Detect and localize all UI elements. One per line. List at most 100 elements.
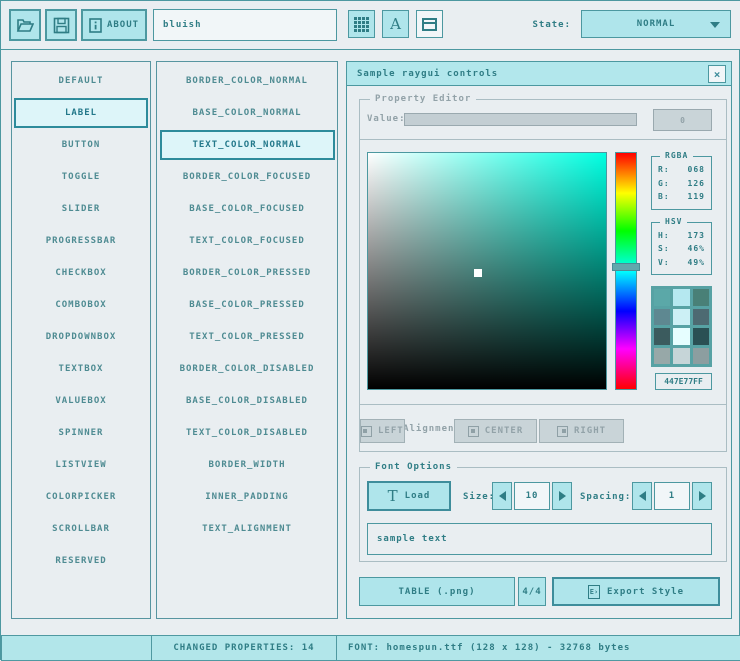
properties-list-item[interactable]: TEXT_COLOR_NORMAL <box>160 130 335 160</box>
controls-list-item[interactable]: SLIDER <box>14 194 148 224</box>
color-swatch[interactable] <box>673 289 689 306</box>
controls-list-item[interactable]: BUTTON <box>14 130 148 160</box>
about-button[interactable]: ABOUT <box>81 9 147 41</box>
font-info-text: FONT: homespun.ttf (128 x 128) - 32768 b… <box>348 643 630 653</box>
properties-list-item[interactable]: TEXT_COLOR_DISABLED <box>160 418 335 448</box>
rgba-row-key: R: <box>658 165 670 174</box>
color-swatch[interactable] <box>673 328 689 345</box>
window-view-toggle[interactable] <box>416 10 443 38</box>
export-icon: E› <box>588 585 600 599</box>
properties-list-item[interactable]: BORDER_COLOR_FOCUSED <box>160 162 335 192</box>
sv-cursor[interactable] <box>474 269 482 277</box>
close-window-button[interactable]: × <box>708 65 726 83</box>
spacing-value: 1 <box>669 491 675 501</box>
controls-list-item-label: LISTVIEW <box>55 460 106 470</box>
size-increment-button[interactable] <box>552 482 572 510</box>
controls-list-item[interactable]: RESERVED <box>14 546 148 576</box>
export-style-button[interactable]: E› Export Style <box>552 577 720 606</box>
spacing-increment-button[interactable] <box>692 482 712 510</box>
color-swatch[interactable] <box>693 309 709 326</box>
controls-list-item-label: SLIDER <box>62 204 101 214</box>
color-swatch[interactable] <box>654 348 670 365</box>
controls-list-item[interactable]: CHECKBOX <box>14 258 148 288</box>
properties-list-item[interactable]: BORDER_COLOR_NORMAL <box>160 66 335 96</box>
color-swatch[interactable] <box>693 328 709 345</box>
properties-list-item[interactable]: BASE_COLOR_FOCUSED <box>160 194 335 224</box>
controls-list-item[interactable]: LISTVIEW <box>14 450 148 480</box>
pages-indicator[interactable]: 4/4 <box>518 577 546 606</box>
controls-list-item[interactable]: TOGGLE <box>14 162 148 192</box>
pages-indicator-value: 4/4 <box>522 587 541 597</box>
properties-list-item-label: BASE_COLOR_PRESSED <box>189 300 305 310</box>
style-grid-toggle[interactable] <box>348 10 375 38</box>
hsv-row: H: 173 <box>652 231 711 240</box>
color-swatch[interactable] <box>693 289 709 306</box>
controls-list-item[interactable]: TEXTBOX <box>14 354 148 384</box>
font-A-icon: A <box>390 17 401 32</box>
controls-list-item[interactable]: COLORPICKER <box>14 482 148 512</box>
properties-list: BORDER_COLOR_NORMAL BASE_COLOR_NORMAL TE… <box>156 61 338 619</box>
properties-list-item-label: TEXT_COLOR_FOCUSED <box>189 236 305 246</box>
properties-list-item[interactable]: TEXT_COLOR_PRESSED <box>160 322 335 352</box>
controls-list-item-label: SCROLLBAR <box>52 524 110 534</box>
hsv-row-key: V: <box>658 258 670 267</box>
spacing-value-box[interactable]: 1 <box>654 482 690 510</box>
font-toggle[interactable]: A <box>382 10 409 38</box>
properties-list-item[interactable]: BASE_COLOR_NORMAL <box>160 98 335 128</box>
properties-list-item[interactable]: BASE_COLOR_PRESSED <box>160 290 335 320</box>
properties-list-item[interactable]: BORDER_COLOR_PRESSED <box>160 258 335 288</box>
properties-list-item[interactable]: TEXT_COLOR_FOCUSED <box>160 226 335 256</box>
properties-list-item-label: BORDER_WIDTH <box>208 460 285 470</box>
properties-list-item-label: TEXT_COLOR_NORMAL <box>192 140 301 150</box>
spacing-decrement-button[interactable] <box>632 482 652 510</box>
properties-list-item[interactable]: INNER_PADDING <box>160 482 335 512</box>
properties-list-item-label: BORDER_COLOR_NORMAL <box>186 76 308 86</box>
export-style-button-label: Export Style <box>607 587 684 597</box>
controls-list-item[interactable]: DROPDOWNBOX <box>14 322 148 352</box>
text-alignment-row: Text Alignment: LEFT CENTER RIGHT <box>359 404 727 452</box>
properties-list-item[interactable]: BORDER_COLOR_DISABLED <box>160 354 335 384</box>
color-swatch[interactable] <box>654 289 670 306</box>
hue-handle[interactable] <box>612 263 640 271</box>
controls-list-item[interactable]: DEFAULT <box>14 66 148 96</box>
sample-text-box[interactable]: sample text <box>367 523 712 555</box>
chevron-down-icon <box>710 22 720 28</box>
color-swatch[interactable] <box>673 309 689 326</box>
controls-list-item[interactable]: LABEL <box>14 98 148 128</box>
controls-list-item[interactable]: SCROLLBAR <box>14 514 148 544</box>
controls-list-item[interactable]: PROGRESSBAR <box>14 226 148 256</box>
text-alignment-button: LEFT <box>360 419 405 443</box>
hue-bar[interactable] <box>615 152 637 390</box>
properties-list-item[interactable]: BORDER_WIDTH <box>160 450 335 480</box>
load-font-button[interactable]: T Load <box>367 481 451 511</box>
controls-list-item-label: TEXTBOX <box>59 364 104 374</box>
table-format-button[interactable]: TABLE (.png) <box>359 577 515 606</box>
controls-list-item[interactable]: SPINNER <box>14 418 148 448</box>
properties-list-item[interactable]: BASE_COLOR_DISABLED <box>160 386 335 416</box>
color-swatch[interactable] <box>693 348 709 365</box>
color-swatch[interactable] <box>654 328 670 345</box>
controls-list-item-label: CHECKBOX <box>55 268 106 278</box>
value-label: Value: <box>367 114 406 124</box>
save-file-button[interactable] <box>45 9 77 41</box>
properties-list-item[interactable]: TEXT_ALIGNMENT <box>160 514 335 544</box>
controls-list-item[interactable]: VALUEBOX <box>14 386 148 416</box>
hex-color-box[interactable]: 447E77FF <box>655 373 712 390</box>
color-swatch[interactable] <box>673 348 689 365</box>
style-name-input[interactable] <box>153 9 337 41</box>
value-button-label: 0 <box>680 116 685 125</box>
close-icon: × <box>714 68 721 81</box>
properties-list-item-label: BASE_COLOR_NORMAL <box>192 108 301 118</box>
spacing-label: Spacing: <box>580 492 631 502</box>
property-editor-label: Property Editor <box>370 94 476 104</box>
size-decrement-button[interactable] <box>492 482 512 510</box>
state-dropdown[interactable]: NORMAL <box>581 10 731 38</box>
color-swatch[interactable] <box>654 309 670 326</box>
open-file-button[interactable] <box>9 9 41 41</box>
font-options-label: Font Options <box>370 462 457 472</box>
controls-list-item[interactable]: COMBOBOX <box>14 290 148 320</box>
sv-panel[interactable] <box>367 152 607 390</box>
window-title: Sample raygui controls <box>357 69 498 79</box>
rgba-groupbox: RGBA R: 068 G: 126 B: 119 <box>651 156 712 210</box>
size-value-box[interactable]: 10 <box>514 482 550 510</box>
